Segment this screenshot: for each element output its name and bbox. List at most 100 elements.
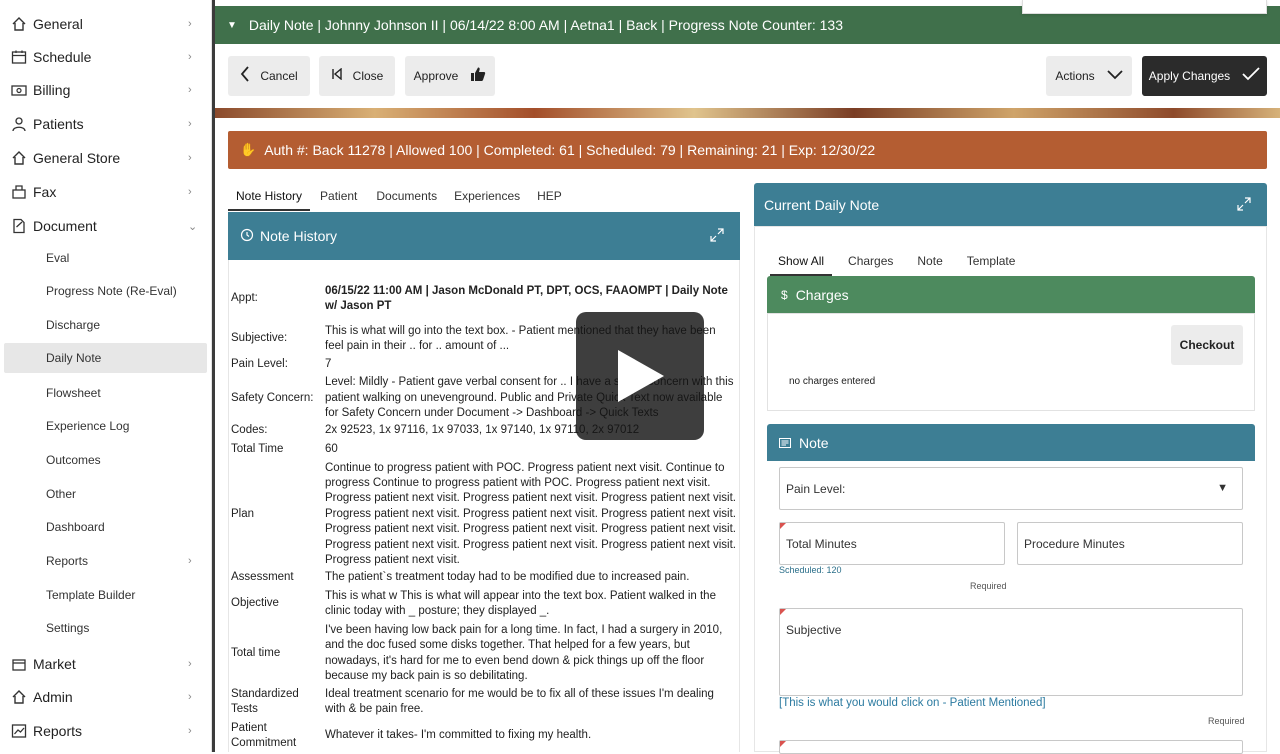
chart-icon [10,722,28,740]
sidebar-item-reports[interactable]: Reports › [0,716,212,746]
tab-experiences[interactable]: Experiences [446,183,528,211]
expand-icon[interactable] [1237,196,1251,214]
authorization-text: Auth #: Back 11278 | Allowed 100 | Compl… [264,142,876,158]
history-row: Patient Commitment Whatever it takes- I'm… [231,721,592,749]
note-header-title: Daily Note | Johnny Johnson II | 06/14/2… [248,17,843,33]
caret-down-icon[interactable]: ▼ [227,20,237,31]
sidebar-item-schedule[interactable]: Schedule › [0,42,212,72]
hand-icon: ✋ [240,142,257,157]
calendar-icon [10,48,28,66]
charges-section-header: $ Charges [767,276,1255,313]
sidebar-item-general-store[interactable]: General Store › [0,143,212,173]
thumbs-up-icon [470,66,486,87]
history-row: Assessment The patient`s treatment today … [231,571,690,584]
chevron-right-icon: › [188,691,192,703]
current-note-tabs: Show All Charges Note Template [770,248,1023,276]
quick-text-link[interactable]: [This is what you would click on - Patie… [779,697,1046,709]
sidebar-subitem-flowsheet[interactable]: Flowsheet [0,378,212,408]
tab-charges[interactable]: Charges [840,248,901,276]
skip-back-icon [331,67,343,85]
sidebar-item-admin[interactable]: Admin › [0,682,212,712]
chevron-right-icon: › [188,658,192,670]
tab-template[interactable]: Template [959,248,1024,276]
total-minutes-field[interactable]: Total Minutes [779,522,1005,565]
subjective-textarea[interactable]: Subjective [779,608,1243,696]
required-text: Required [970,581,1007,591]
sidebar-subitem-dashboard[interactable]: Dashboard [0,512,212,542]
history-row: Total Time 60 [231,443,338,456]
expand-icon[interactable] [710,227,724,245]
history-row: Plan Continue to progress patient with PO… [231,461,736,567]
check-icon [1242,66,1260,86]
sidebar-item-market[interactable]: Market › [0,649,212,679]
procedure-minutes-field[interactable]: Procedure Minutes [1017,522,1243,565]
chevron-right-icon: › [188,84,192,96]
chevron-down-icon: ⌄ [188,220,198,233]
fax-icon [10,183,28,201]
current-daily-note-header: Current Daily Note [754,183,1267,227]
close-button[interactable]: Close [319,56,395,96]
tab-documents[interactable]: Documents [368,183,445,211]
decorative-banner [215,108,1280,118]
required-marker [780,609,786,615]
chevron-down-icon [1107,67,1123,85]
video-play-button[interactable] [576,312,704,440]
history-icon [240,228,254,245]
approve-button[interactable]: Approve [405,56,495,96]
history-row: Total time I've been having low back pain… [231,623,723,682]
checkout-button[interactable]: Checkout [1171,325,1243,365]
sidebar: General › Schedule › Billing › Patients … [0,0,212,752]
tab-hep[interactable]: HEP [529,183,570,211]
chevron-right-icon: › [188,725,192,737]
chevron-right-icon: › [188,118,192,130]
required-text: Required [1208,716,1245,726]
required-marker [780,741,786,747]
history-row: Appt: 06/15/22 11:00 AM | Jason McDonald … [231,284,728,312]
chevron-right-icon: › [188,186,192,198]
actions-button[interactable]: Actions [1046,56,1132,96]
sidebar-subitem-progress-note[interactable]: Progress Note (Re-Eval) [0,276,212,306]
tab-show-all[interactable]: Show All [770,248,833,276]
tab-patient[interactable]: Patient [312,183,365,211]
charges-section-body: Checkout no charges entered [767,313,1255,411]
sidebar-item-patients[interactable]: Patients › [0,109,212,139]
history-row: Standardized Tests Ideal treatment scenar… [231,687,714,715]
sidebar-subitem-reports[interactable]: Reports › [0,546,212,576]
chevron-right-icon: › [188,51,192,63]
cancel-button[interactable]: Cancel [228,56,310,96]
store-icon [10,149,28,167]
note-history-title: Note History [260,228,338,244]
history-row: Objective This is what w This is what wi… [231,589,716,617]
note-history-header: Note History [228,212,740,260]
admin-icon [10,688,28,706]
note-icon [779,435,791,451]
play-icon [618,350,664,402]
sidebar-item-fax[interactable]: Fax › [0,177,212,207]
apply-changes-button[interactable]: Apply Changes [1142,56,1267,96]
notification-toast [1022,0,1267,14]
market-icon [10,655,28,673]
chevron-right-icon: › [188,152,192,164]
authorization-bar: ✋ Auth #: Back 11278 | Allowed 100 | Com… [228,131,1267,169]
sidebar-item-billing[interactable]: Billing › [0,75,212,105]
sidebar-subitem-discharge[interactable]: Discharge [0,310,212,340]
sidebar-subitem-eval[interactable]: Eval [0,243,212,273]
required-marker [780,523,786,529]
sidebar-subitem-other[interactable]: Other [0,479,212,509]
tab-note-history[interactable]: Note History [228,183,311,211]
left-panel-tabs: Note History Patient Documents Experienc… [228,183,570,211]
caret-down-icon: ▼ [1217,482,1228,494]
sidebar-item-document[interactable]: Document ⌄ [0,211,212,241]
tab-note[interactable]: Note [909,248,950,276]
sidebar-subitem-outcomes[interactable]: Outcomes [0,445,212,475]
sidebar-item-general[interactable]: General › [0,9,212,39]
scheduled-minutes-text: Scheduled: 120 [779,565,842,575]
sidebar-subitem-daily-note[interactable]: Daily Note [4,343,207,373]
chevron-left-icon [240,65,250,87]
pain-level-select[interactable]: Pain Level: ▼ [779,467,1243,510]
document-icon [10,217,28,235]
sidebar-subitem-template-builder[interactable]: Template Builder [0,580,212,610]
no-charges-text: no charges entered [789,376,876,387]
sidebar-subitem-experience-log[interactable]: Experience Log [0,411,212,441]
sidebar-subitem-settings[interactable]: Settings [0,613,212,643]
